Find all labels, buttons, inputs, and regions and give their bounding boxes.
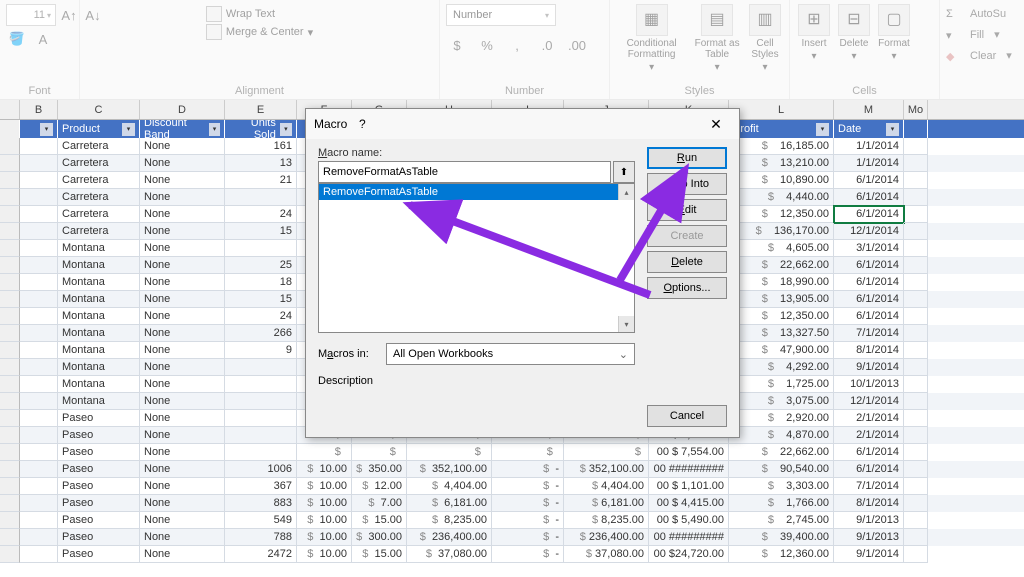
number-format-selector[interactable]: Number (446, 4, 556, 26)
filter-button[interactable]: ▾ (280, 123, 292, 136)
ref-edit-button[interactable]: ⬆ (613, 161, 635, 183)
macro-list[interactable]: RemoveFormatAsTable ▴ ▾ (318, 183, 635, 333)
macro-name-input[interactable] (318, 161, 611, 183)
alignment-group-label: Alignment (86, 83, 433, 99)
scroll-up-icon[interactable]: ▴ (618, 184, 634, 200)
merge-center-button[interactable]: Merge & Center ▾ (206, 24, 313, 40)
cells-group-label: Cells (796, 83, 933, 99)
format-button[interactable]: ▢Format▾ (876, 4, 912, 62)
currency-icon[interactable]: $ (446, 34, 468, 56)
cell-styles-button[interactable]: ▥Cell Styles▾ (747, 4, 783, 73)
macro-dialog: Macro ? ✕ Macro name: ⬆ RemoveFormatAsTa… (305, 108, 740, 438)
filter-button[interactable]: ▾ (816, 123, 829, 136)
dialog-title-text: Macro (314, 117, 347, 131)
format-as-table-button[interactable]: ▤Format as Table▾ (691, 4, 743, 73)
filter-button[interactable]: ▾ (886, 123, 899, 136)
comma-icon[interactable]: , (506, 34, 528, 56)
font-group-label: Font (6, 83, 73, 99)
fill-button[interactable]: Fill ▾ (946, 28, 1000, 41)
font-color-icon[interactable]: A (32, 28, 54, 50)
ribbon: 11A↑A↓ 🪣A Font Wrap Text Merge & Center … (0, 0, 1024, 100)
filter-button[interactable]: ▾ (122, 123, 135, 136)
scroll-down-icon[interactable]: ▾ (618, 316, 634, 332)
run-button[interactable]: Run (647, 147, 727, 169)
increase-font-icon[interactable]: A↑ (58, 4, 80, 26)
increase-decimal-icon[interactable]: .0 (536, 34, 558, 56)
dialog-close-button[interactable]: ✕ (701, 109, 731, 139)
macro-list-item[interactable]: RemoveFormatAsTable (319, 184, 634, 200)
wrap-text-button[interactable]: Wrap Text (206, 6, 313, 22)
delete-macro-button[interactable]: Delete (647, 251, 727, 273)
autosum-button[interactable]: AutoSu (946, 8, 1006, 20)
number-group-label: Number (446, 83, 603, 99)
conditional-formatting-button[interactable]: ▦Conditional Formatting▾ (616, 4, 687, 73)
macros-in-select[interactable]: All Open Workbooks (386, 343, 635, 365)
percent-icon[interactable]: % (476, 34, 498, 56)
clear-button[interactable]: Clear ▾ (946, 49, 1012, 62)
description-label: Description (318, 375, 380, 387)
delete-button[interactable]: ⊟Delete▾ (836, 4, 872, 62)
options-button[interactable]: Options... (647, 277, 727, 299)
decrease-decimal-icon[interactable]: .00 (566, 34, 588, 56)
macro-name-label: Macro name: (318, 147, 635, 159)
cancel-button[interactable]: Cancel (647, 405, 727, 427)
filter-button[interactable]: ▾ (209, 123, 220, 136)
filter-button[interactable]: ▾ (40, 123, 53, 136)
styles-group-label: Styles (616, 83, 783, 99)
edit-button[interactable]: Edit (647, 199, 727, 221)
create-button: Create (647, 225, 727, 247)
dialog-titlebar: Macro ? ✕ (306, 109, 739, 139)
macros-in-label: Macros in: (318, 348, 380, 360)
font-size-selector[interactable]: 11 (6, 4, 56, 26)
fill-color-icon[interactable]: 🪣 (6, 28, 28, 50)
insert-button[interactable]: ⊞Insert▾ (796, 4, 832, 62)
step-into-button[interactable]: Step Into (647, 173, 727, 195)
dialog-help-button[interactable]: ? (347, 109, 377, 139)
